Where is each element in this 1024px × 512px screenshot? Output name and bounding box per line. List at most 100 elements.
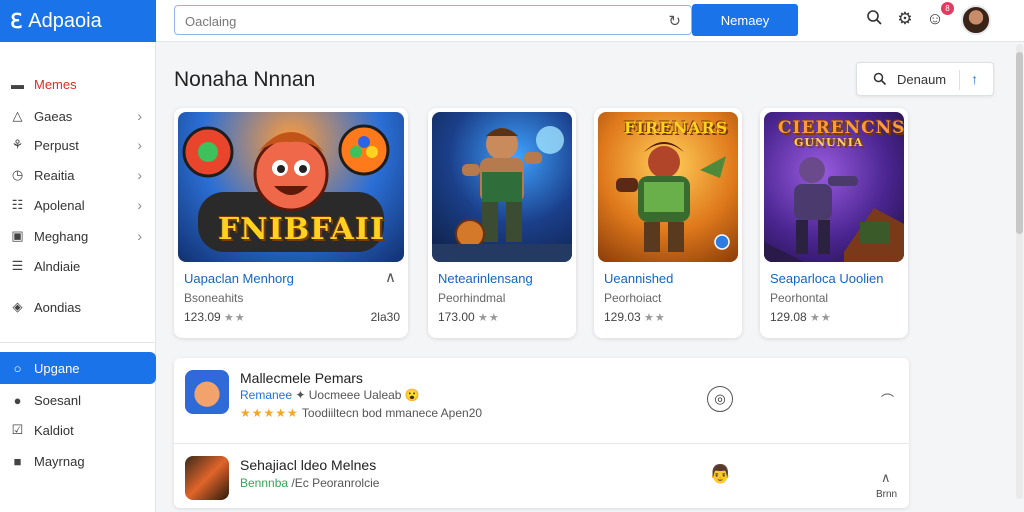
- sidebar-item-gaeas[interactable]: △ Gaeas ›: [0, 101, 156, 131]
- sidebar-item-label: Apolenal: [34, 197, 85, 213]
- card-rating: 129.03 ★★: [604, 310, 666, 324]
- search-icon: [873, 72, 887, 86]
- box-icon: ▣: [11, 228, 24, 243]
- list-item-description: Toodiiltecn bod mmanece Apen20: [301, 406, 483, 420]
- sort-button[interactable]: Denaum ↑: [856, 62, 994, 96]
- sort-arrow-icon[interactable]: ↑: [971, 71, 978, 87]
- card-subtitle: Peorhontal: [770, 291, 829, 305]
- refresh-icon[interactable]: ↻: [668, 12, 681, 30]
- chevron-up-icon[interactable]: ∧: [881, 470, 891, 486]
- search-input[interactable]: [185, 11, 655, 31]
- top-bar: ↻ Nemaey ⚙ ☺ 8: [156, 0, 1024, 42]
- sidebar-item-aondias[interactable]: ◈ Aondias: [0, 292, 156, 322]
- rating-value: 129.03: [604, 310, 641, 324]
- card-title: Netearinlensang: [438, 271, 533, 286]
- card-rating: 129.08 ★★: [770, 310, 832, 324]
- chevron-up-icon[interactable]: ∧: [385, 268, 396, 286]
- sort-label: Denaum: [897, 71, 947, 87]
- list-item[interactable]: Mallecmele Pemars Remanee ✦ Uocmeee Uale…: [174, 358, 909, 444]
- gear-icon[interactable]: ⚙: [894, 9, 916, 29]
- sidebar-item-label: Alndiaie: [34, 258, 81, 274]
- card-subtitle: Bsoneahits: [184, 291, 244, 305]
- sidebar-item-alndiaie[interactable]: ☰ Alndiaie: [0, 251, 156, 281]
- sidebar-item-label: Soesanl: [34, 392, 81, 408]
- sidebar-item-label: Perpust: [34, 137, 79, 153]
- game-art-title: FNIBFAII: [218, 212, 385, 247]
- app-name: Adpaoia: [28, 9, 102, 32]
- rating-value: 123.09: [184, 310, 221, 324]
- game-card[interactable]: FNIBFAII Uapaclan Menhorg ∧ Bsoneahits 1…: [174, 108, 408, 338]
- game-art: FIRENARS: [598, 112, 738, 262]
- sidebar-item-memes[interactable]: ▬ Memes: [0, 69, 156, 99]
- app-thumbnail: [185, 370, 229, 414]
- sidebar-item-meghang[interactable]: ▣ Meghang ›: [0, 221, 156, 251]
- sidebar-item-mayrnag[interactable]: ■ Mayrnag: [0, 446, 156, 476]
- search-icon[interactable]: [863, 9, 885, 31]
- game-card[interactable]: FIRENARS Ueannished Peorhoiact 129.03 ★★: [594, 108, 742, 338]
- game-art-title: FIRENARS: [624, 118, 729, 137]
- sidebar-item-perpust[interactable]: ⚘ Perpust ›: [0, 130, 156, 160]
- app-thumbnail: [185, 456, 229, 500]
- rating-stars: ★★: [810, 312, 832, 324]
- user-icon[interactable]: 👨: [709, 464, 731, 485]
- sidebar-item-label: Gaeas: [34, 108, 73, 124]
- sidebar-item-apolenal[interactable]: ☷ Apolenal ›: [0, 190, 156, 220]
- list-item-tag: Remanee: [240, 388, 293, 402]
- sort-separator: [959, 70, 960, 90]
- list-item-detail: /Ec Peoranrolcie: [291, 476, 380, 490]
- sidebar-item-label: Memes: [34, 76, 77, 92]
- checkbox-icon: ☑: [11, 422, 24, 437]
- scrollbar-thumb[interactable]: [1016, 52, 1023, 234]
- card-title: Ueannished: [604, 271, 674, 286]
- game-card[interactable]: Netearinlensang Peorhindmal 173.00 ★★: [428, 108, 576, 338]
- chevron-right-icon: ›: [137, 108, 142, 124]
- game-card[interactable]: CIERENCNS GUNUNIA Seaparloca Uoolien Peo…: [760, 108, 908, 338]
- list-icon: ☰: [11, 258, 24, 273]
- sidebar-item-label: Kaldiot: [34, 422, 74, 438]
- sidebar-item-kaldiot[interactable]: ☑ Kaldiot: [0, 415, 156, 445]
- list-item-title: Mallecmele Pemars: [240, 370, 363, 386]
- card-rating: 173.00 ★★: [438, 310, 500, 324]
- game-art-title: CIERENCNS: [778, 118, 904, 138]
- rating-value: 129.08: [770, 310, 807, 324]
- app-list: Mallecmele Pemars Remanee ✦ Uocmeee Uale…: [174, 358, 909, 508]
- list-item-detail: ✦ Uocmeee Ualeab 😮: [295, 388, 420, 402]
- sidebar-item-soesanl[interactable]: ● Soesanl: [0, 385, 156, 415]
- chevron-icon[interactable]: ⌒: [881, 390, 894, 409]
- inbox-icon: ▬: [11, 76, 24, 92]
- game-art: FNIBFAII: [178, 112, 404, 262]
- list-item-caption: Brnn: [876, 489, 898, 500]
- sidebar-divider: [0, 342, 155, 343]
- sidebar-item-reaitia[interactable]: ◷ Reaitia ›: [0, 160, 156, 190]
- lock-icon: ■: [13, 453, 22, 469]
- card-subtitle: Peorhoiact: [604, 291, 662, 305]
- rating-stars: ★★★★★: [240, 406, 299, 420]
- list-item-rating: ★★★★★ Toodiiltecn bod mmanece Apen20: [240, 406, 482, 420]
- sidebar: ▬ Memes △ Gaeas › ⚘ Perpust › ◷ Reaitia …: [0, 42, 156, 512]
- rating-stars: ★★: [224, 312, 246, 324]
- chat-icon: ●: [13, 392, 22, 408]
- list-item-tag: Bennnba: [240, 476, 289, 490]
- chevron-right-icon: ›: [137, 167, 142, 183]
- app-logo[interactable]: ℇ Adpaoia: [0, 0, 156, 42]
- search-button[interactable]: Nemaey: [692, 4, 798, 36]
- list-item-title: Sehajiacl ldeo Melnes: [240, 457, 377, 473]
- grid-icon: ☷: [11, 197, 24, 212]
- user-avatar[interactable]: [961, 5, 991, 35]
- flower-icon: ⚘: [11, 137, 24, 152]
- sidebar-item-label: Aondias: [34, 299, 81, 315]
- install-icon[interactable]: ◎: [707, 386, 733, 412]
- sidebar-item-label: Reaitia: [34, 167, 75, 183]
- page-title: Nonaha Nnnan: [174, 68, 316, 91]
- clock-icon: ◷: [11, 167, 24, 182]
- search-box: ↻: [174, 5, 692, 35]
- sidebar-item-label: Meghang: [34, 228, 89, 244]
- list-item[interactable]: Sehajiacl ldeo Melnes Bennnba /Ec Peoran…: [174, 444, 909, 508]
- sidebar-item-label: Mayrnag: [34, 453, 85, 469]
- card-rating: 123.09 ★★: [184, 310, 246, 324]
- card-extra-value: 2la30: [370, 310, 400, 324]
- chevron-right-icon: ›: [137, 197, 142, 213]
- sidebar-item-upgane[interactable]: ○ Upgane: [0, 352, 156, 384]
- rating-stars: ★★: [644, 312, 666, 324]
- rating-stars: ★★: [478, 312, 500, 324]
